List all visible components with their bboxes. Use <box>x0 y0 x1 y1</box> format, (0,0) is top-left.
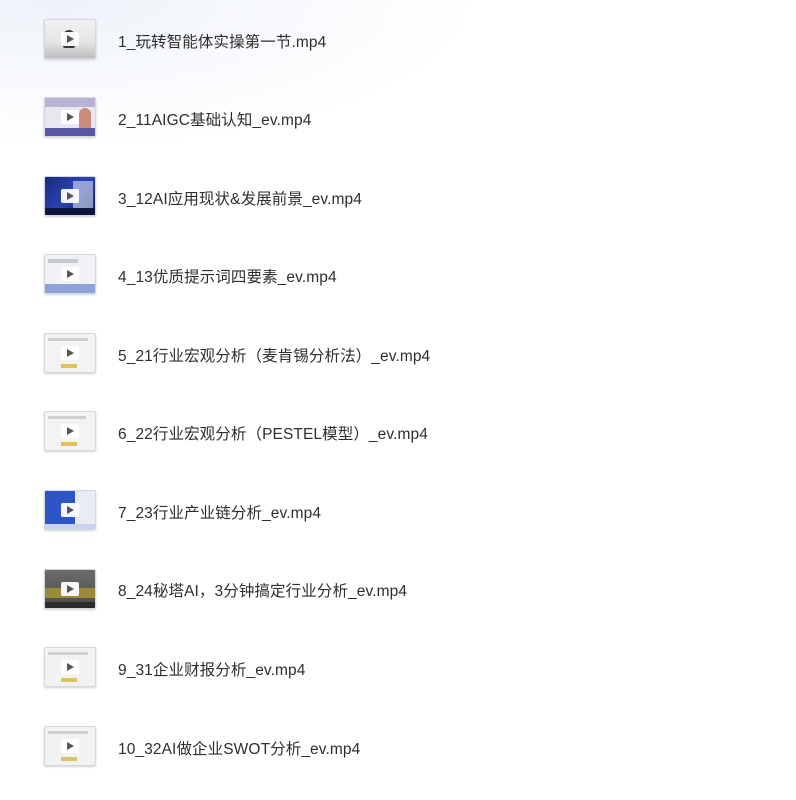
video-thumbnail-icon[interactable] <box>44 97 96 137</box>
play-icon <box>61 267 79 281</box>
video-thumbnail-icon[interactable] <box>44 254 96 294</box>
video-thumbnail-icon[interactable] <box>44 176 96 216</box>
video-thumbnail-icon[interactable] <box>44 647 96 687</box>
video-thumbnail-icon[interactable] <box>44 726 96 766</box>
file-row[interactable]: 8_24秘塔AI，3分钟搞定行业分析_ev.mp4 <box>0 549 796 627</box>
play-icon <box>61 503 79 517</box>
file-name[interactable]: 3_12AI应用现状&发展前景_ev.mp4 <box>118 187 362 209</box>
play-icon <box>61 739 79 753</box>
file-name[interactable]: 2_11AIGC基础认知_ev.mp4 <box>118 108 311 130</box>
play-icon <box>61 32 79 46</box>
file-name[interactable]: 5_21行业宏观分析（麦肯锡分析法）_ev.mp4 <box>118 344 430 366</box>
play-icon <box>61 424 79 438</box>
file-name[interactable]: 9_31企业财报分析_ev.mp4 <box>118 658 305 680</box>
file-row[interactable]: 5_21行业宏观分析（麦肯锡分析法）_ev.mp4 <box>0 314 796 392</box>
video-thumbnail-icon[interactable] <box>44 569 96 609</box>
file-row[interactable]: 1_玩转智能体实操第一节.mp4 <box>0 0 796 78</box>
file-name[interactable]: 1_玩转智能体实操第一节.mp4 <box>118 30 326 52</box>
play-icon <box>61 582 79 596</box>
play-icon <box>61 660 79 674</box>
play-icon <box>61 110 79 124</box>
video-thumbnail-icon[interactable] <box>44 411 96 451</box>
file-row[interactable]: 4_13优质提示词四要素_ev.mp4 <box>0 235 796 313</box>
file-name[interactable]: 10_32AI做企业SWOT分析_ev.mp4 <box>118 737 360 759</box>
file-name[interactable]: 7_23行业产业链分析_ev.mp4 <box>118 501 321 523</box>
play-icon <box>61 189 79 203</box>
file-row[interactable]: 7_23行业产业链分析_ev.mp4 <box>0 471 796 549</box>
file-row[interactable]: 10_32AI做企业SWOT分析_ev.mp4 <box>0 706 796 784</box>
file-row[interactable]: 6_22行业宏观分析（PESTEL模型）_ev.mp4 <box>0 392 796 470</box>
file-row[interactable]: 2_11AIGC基础认知_ev.mp4 <box>0 78 796 156</box>
file-name[interactable]: 4_13优质提示词四要素_ev.mp4 <box>118 265 337 287</box>
video-thumbnail-icon[interactable] <box>44 333 96 373</box>
video-file-list: 1_玩转智能体实操第一节.mp4 2_11AIGC基础认知_ev.mp4 3_1… <box>0 0 796 800</box>
video-thumbnail-icon[interactable] <box>44 19 96 59</box>
play-icon <box>61 346 79 360</box>
file-row[interactable]: 9_31企业财报分析_ev.mp4 <box>0 628 796 706</box>
video-thumbnail-icon[interactable] <box>44 490 96 530</box>
file-row[interactable]: 3_12AI应用现状&发展前景_ev.mp4 <box>0 157 796 235</box>
file-name[interactable]: 8_24秘塔AI，3分钟搞定行业分析_ev.mp4 <box>118 579 407 601</box>
file-name[interactable]: 6_22行业宏观分析（PESTEL模型）_ev.mp4 <box>118 422 428 444</box>
